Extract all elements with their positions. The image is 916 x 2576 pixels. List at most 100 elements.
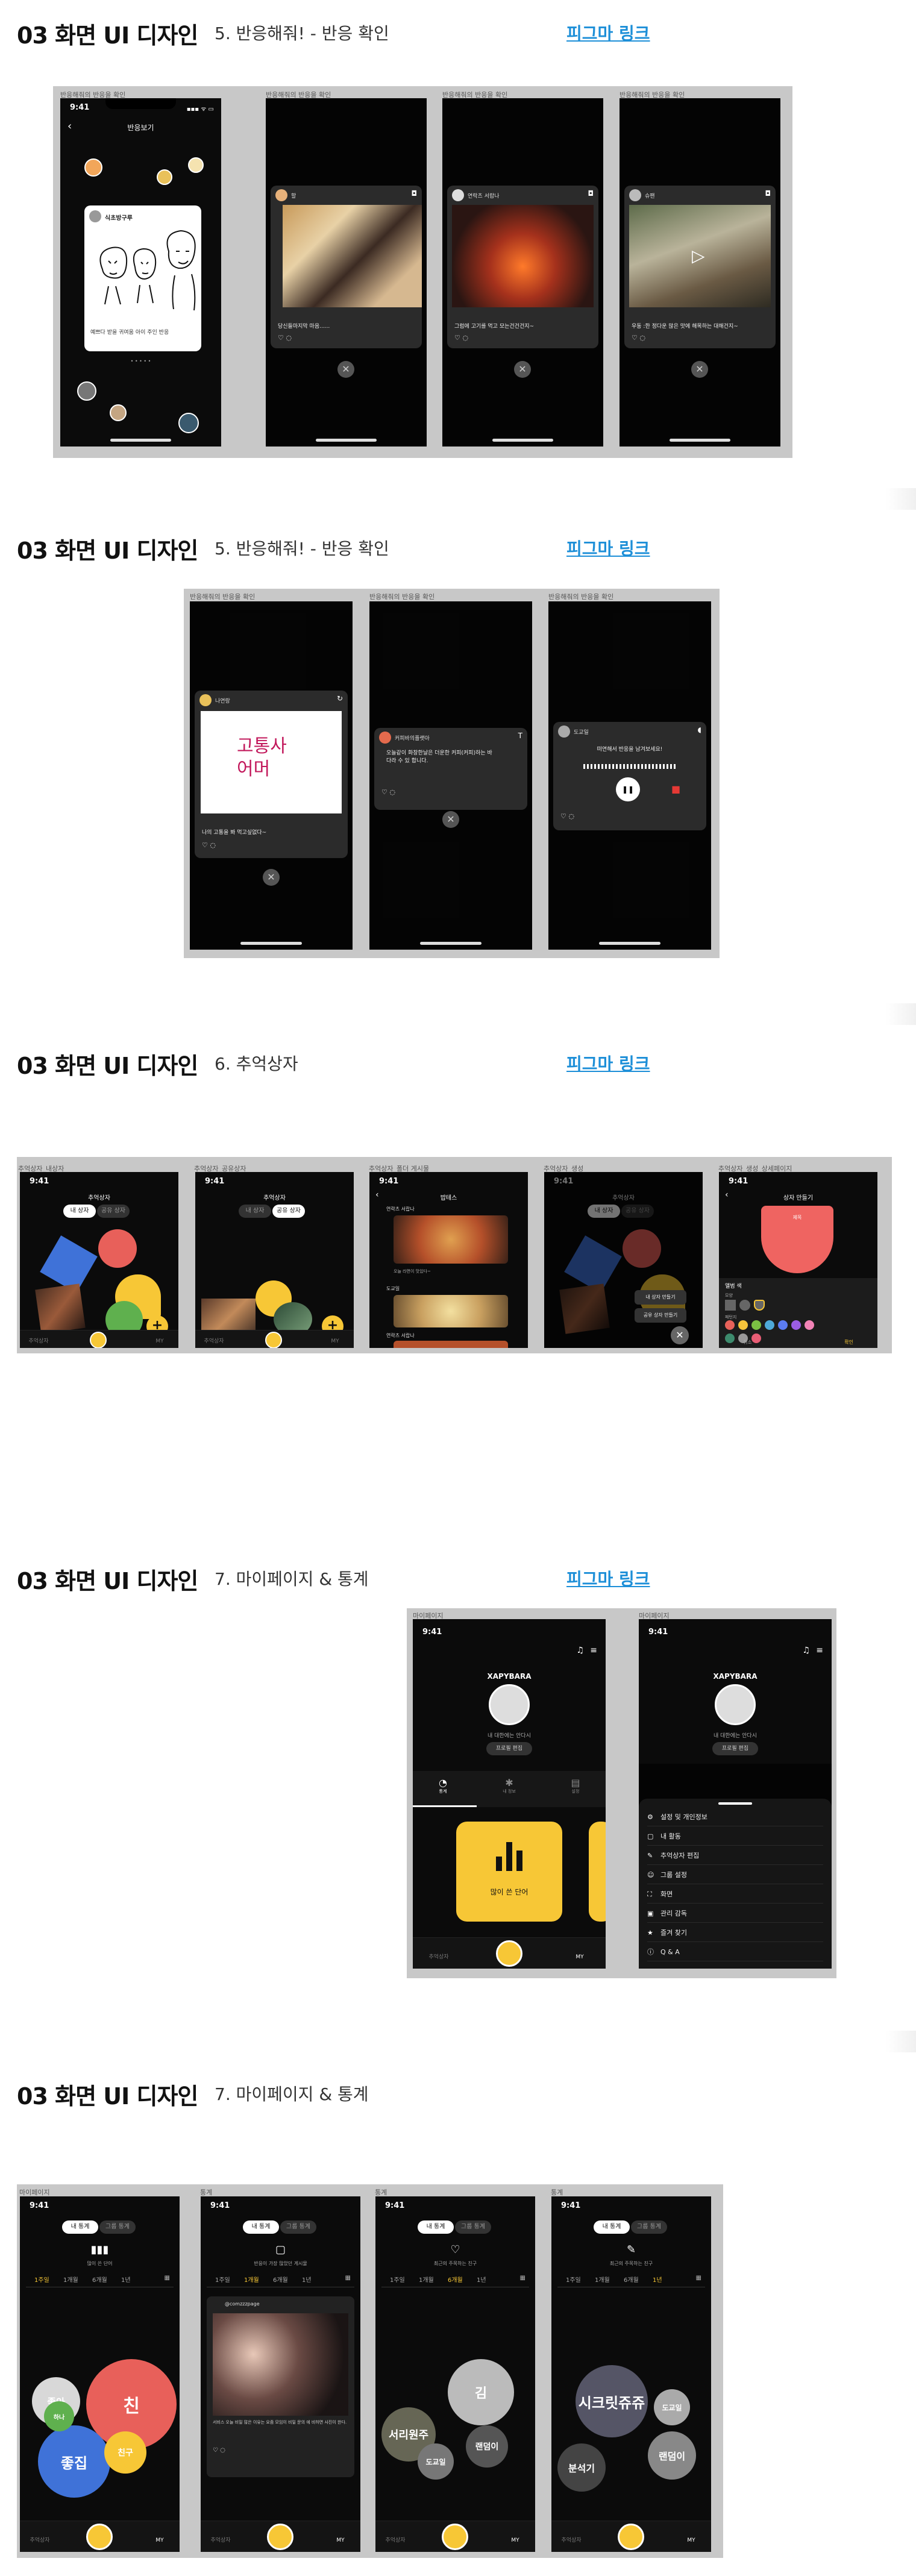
shape-option-shield[interactable] xyxy=(754,1300,765,1311)
shape-option-circle[interactable] xyxy=(739,1300,750,1311)
range-tab[interactable]: 1년 xyxy=(477,2275,486,2284)
tab-memory-box[interactable]: 추억상자 xyxy=(199,1337,229,1344)
camera-icon[interactable]: ◘ xyxy=(412,189,418,198)
tab-my-box[interactable]: 내 상자 xyxy=(239,1205,271,1218)
stat-bubble[interactable]: 랜덤이 xyxy=(466,2425,508,2468)
menu-item[interactable]: ⛶ 화면 xyxy=(647,1885,823,1904)
reaction-avatar[interactable] xyxy=(178,413,199,433)
top-post-card[interactable]: @comzzzpage 서비스 오늘 비밀 많은 이유는 요즘 모임이 비밀 문의… xyxy=(207,2296,354,2477)
menu-item[interactable]: ✎ 추억상자 편집 xyxy=(647,1847,823,1865)
post-reaction-icons[interactable]: ♡ ◌ xyxy=(213,2447,225,2454)
range-tab[interactable]: 1개월 xyxy=(419,2275,434,2284)
post-reaction-icons[interactable]: ♡ ◌ xyxy=(381,788,395,796)
post-card[interactable]: 할 ◘ 당신들마지막 마음...... ♡ ◌ xyxy=(271,186,422,348)
post-card[interactable]: 슈팬 ◘ ▷ 우동 :한 정다운 많은 맛에 해목하는 대해건지~ ♡ ◌ xyxy=(624,186,776,348)
tab-memory-box[interactable]: 추억상자 xyxy=(380,2536,410,2543)
tab-my-stats[interactable]: 내 통계 xyxy=(594,2220,630,2234)
post-card[interactable]: 연락츠 서랍나 ◘ 그럼에 고기를 먹고 모는건건건지~ ♡ ◌ xyxy=(447,186,598,348)
bell-icon[interactable]: ♫ xyxy=(802,1646,810,1655)
shape-option-square[interactable] xyxy=(725,1300,736,1311)
range-tab[interactable]: 1주일 xyxy=(566,2275,581,2284)
post-card[interactable]: 커피바의플랫아 T 오늘같이 화창한날은 더운한 커피(커피)하는 바다라 수 … xyxy=(374,728,527,810)
range-tab[interactable]: 6개월 xyxy=(92,2275,107,2284)
stat-bubble[interactable]: 분석기 xyxy=(557,2443,606,2492)
tab-my[interactable]: MY xyxy=(500,2537,530,2543)
close-button[interactable]: ✕ xyxy=(263,869,280,886)
bell-icon[interactable]: ♫ xyxy=(576,1646,584,1655)
range-tab[interactable]: 1주일 xyxy=(390,2275,405,2284)
range-tab[interactable]: 1년 xyxy=(653,2275,662,2284)
reaction-avatar[interactable] xyxy=(110,404,127,421)
edit-profile-button[interactable]: 프로필 편집 xyxy=(712,1742,758,1755)
tab-memory-box[interactable]: 추억상자 xyxy=(424,1952,454,1960)
palette-color-swatch[interactable] xyxy=(805,1320,814,1330)
post-reaction-icons[interactable]: ♡ ◌ xyxy=(202,841,216,849)
calendar-icon[interactable]: ▦ xyxy=(165,2275,170,2281)
text-icon[interactable]: T xyxy=(518,732,522,740)
tab-my-stats[interactable]: 내 통계 xyxy=(62,2220,98,2234)
figma-link[interactable]: 피그마 링크 xyxy=(566,1566,650,1590)
palette-color-swatch[interactable] xyxy=(725,1320,735,1330)
tab-settings[interactable]: ▤ 설정 xyxy=(563,1777,588,1794)
edit-profile-button[interactable]: 프로필 편집 xyxy=(486,1742,532,1755)
camera-icon[interactable]: ◘ xyxy=(588,189,594,198)
context-menu-item[interactable]: 내 상자 만들기 xyxy=(635,1290,686,1305)
post-reaction-icons[interactable]: ♡ ◌ xyxy=(560,812,574,820)
figma-link[interactable]: 피그마 링크 xyxy=(566,536,650,560)
menu-item[interactable]: ★ 즐겨 찾기 xyxy=(647,1924,823,1942)
calendar-icon[interactable]: ▦ xyxy=(520,2275,525,2281)
post-reaction-icons[interactable]: ♡ ◌ xyxy=(632,334,645,342)
range-tab[interactable]: 6개월 xyxy=(448,2275,463,2284)
home-button[interactable] xyxy=(265,1332,282,1348)
range-tab[interactable]: 6개월 xyxy=(624,2275,639,2284)
tab-my[interactable]: MY xyxy=(320,1338,350,1344)
tab-group-stats[interactable]: 그룹 통계 xyxy=(280,2220,316,2234)
palette-color-swatch[interactable] xyxy=(778,1320,788,1330)
mic-icon[interactable]: ◖ xyxy=(698,725,701,734)
tab-group-stats[interactable]: 그룹 통계 xyxy=(631,2220,667,2234)
reaction-avatar[interactable] xyxy=(84,158,102,177)
post-reaction-icons[interactable]: ♡ ◌ xyxy=(454,334,468,342)
menu-item[interactable]: ☺ 그룹 설정 xyxy=(647,1866,823,1884)
tab-my-stats[interactable]: 내 통계 xyxy=(418,2220,454,2234)
stop-button[interactable]: ■ xyxy=(671,783,680,795)
stat-bubble[interactable]: 도교일 xyxy=(654,2389,690,2425)
pause-button[interactable]: ❚❚ xyxy=(616,777,640,801)
close-button[interactable]: ✕ xyxy=(514,361,531,378)
tab-stats[interactable]: ◔ 통계 xyxy=(431,1777,455,1794)
reaction-avatar[interactable] xyxy=(188,157,204,173)
post-card[interactable]: 도교일 ◖ 떠연해서 반응을 남겨보세요! ❚❚ ■ ♡ ◌ xyxy=(553,722,706,830)
palette-color-swatch[interactable] xyxy=(791,1320,801,1330)
calendar-icon[interactable]: ▦ xyxy=(696,2275,701,2281)
home-button[interactable] xyxy=(267,2524,293,2550)
tab-shared-box[interactable]: 공유 상자 xyxy=(97,1205,130,1218)
stat-bubble[interactable]: 김 xyxy=(448,2359,514,2425)
memory-box-photo[interactable] xyxy=(35,1283,86,1334)
post-reaction-icons[interactable]: ♡ ◌ xyxy=(278,334,292,342)
tab-my-stats[interactable]: 내 통계 xyxy=(243,2220,279,2234)
menu-item[interactable]: ⓘ Q & A xyxy=(647,1943,823,1961)
range-tab[interactable]: 1개월 xyxy=(63,2275,78,2284)
box-title-placeholder[interactable]: 제목 xyxy=(761,1214,833,1221)
menu-item[interactable]: ⚙ 설정 및 개인정보 xyxy=(647,1808,823,1826)
play-icon[interactable]: ▷ xyxy=(692,246,705,266)
confirm-button[interactable]: 확인 xyxy=(844,1339,853,1346)
home-button[interactable] xyxy=(90,1332,107,1348)
stat-bubble[interactable]: 하나 xyxy=(44,2401,74,2431)
home-button[interactable] xyxy=(618,2524,644,2550)
reaction-avatar[interactable] xyxy=(157,169,172,185)
memory-box-blue[interactable] xyxy=(40,1235,98,1293)
home-button[interactable] xyxy=(86,2524,113,2550)
range-tab[interactable]: 1년 xyxy=(302,2275,312,2284)
tab-my[interactable]: MY xyxy=(676,2537,706,2543)
refresh-icon[interactable]: ↻ xyxy=(337,694,343,703)
calendar-icon[interactable]: ▦ xyxy=(345,2275,351,2281)
range-tab[interactable]: 1주일 xyxy=(215,2275,230,2284)
context-menu-item[interactable]: 공유 상자 만들기 xyxy=(635,1308,686,1323)
tab-memory-box[interactable]: 추억상자 xyxy=(556,2536,586,2543)
menu-icon[interactable]: ≡ xyxy=(590,1646,597,1655)
tab-memory-box[interactable]: 추억상자 xyxy=(24,1337,54,1344)
reaction-avatar[interactable] xyxy=(77,381,96,401)
range-tab[interactable]: 1년 xyxy=(121,2275,131,2284)
close-button[interactable]: ✕ xyxy=(671,1326,689,1344)
